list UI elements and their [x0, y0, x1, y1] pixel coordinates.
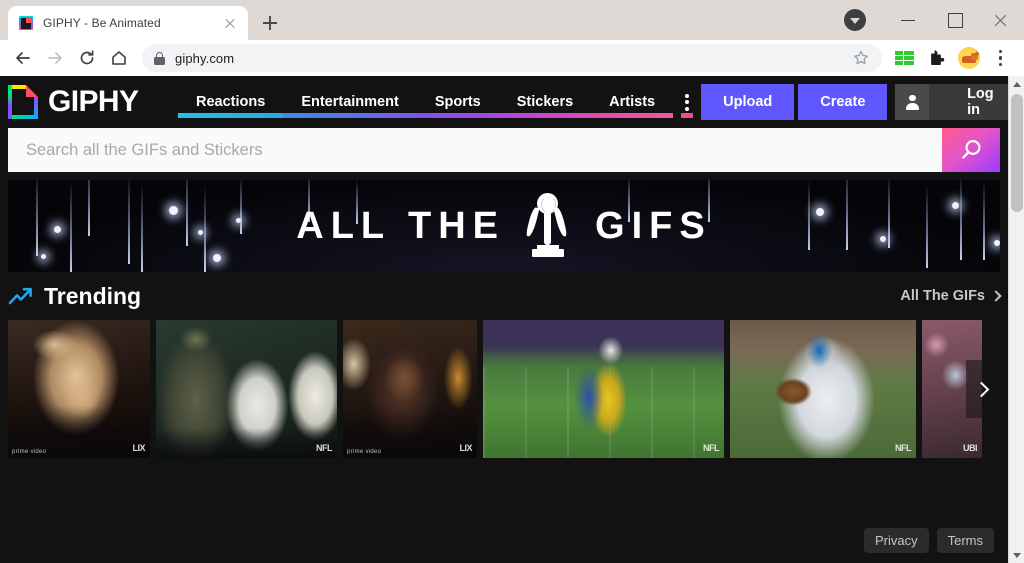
nav-underline: [178, 113, 283, 118]
more-menu-icon[interactable]: [673, 76, 701, 128]
grid-extension-icon[interactable]: [890, 43, 920, 73]
all-the-gifs-banner[interactable]: ALL THE GIFS: [8, 180, 1000, 272]
search-row: [0, 128, 1008, 180]
nav-underline: [283, 113, 417, 118]
trending-row: Trending All The GIFs: [0, 272, 1008, 320]
page-scrollbar[interactable]: [1008, 76, 1024, 563]
site-header: GIPHY Reactions Entertainment Sports: [0, 76, 1008, 128]
nav-underline: [417, 113, 499, 118]
search-box[interactable]: [8, 128, 942, 172]
lock-icon: [154, 52, 165, 65]
nav-item-artists[interactable]: Artists: [591, 76, 673, 128]
giphy-logo-text: GIPHY: [48, 85, 138, 119]
giphy-page: GIPHY Reactions Entertainment Sports: [0, 76, 1008, 563]
trending-heading: Trending: [8, 283, 141, 310]
privacy-link[interactable]: Privacy: [864, 528, 929, 553]
scroll-down-icon[interactable]: [1009, 547, 1024, 563]
gif-badge: LIX: [132, 443, 145, 453]
nav-label: Reactions: [196, 94, 265, 110]
banner-text-left: ALL THE: [296, 207, 505, 245]
search-icon: [958, 137, 984, 163]
login-group[interactable]: Log in: [895, 84, 1024, 120]
gif-card-woman-hands-on-face-reaction-gif[interactable]: prime video LIX: [8, 320, 150, 458]
search-button[interactable]: [942, 128, 1000, 172]
three-dot-menu-icon[interactable]: [986, 43, 1016, 73]
terms-link[interactable]: Terms: [937, 528, 994, 553]
trending-up-arrow-icon: [8, 286, 34, 306]
scroll-up-icon[interactable]: [1009, 76, 1024, 92]
nav-label: Sports: [435, 94, 481, 110]
gif-watermark: prime video: [12, 449, 46, 455]
nav-item-entertainment[interactable]: Entertainment: [283, 76, 417, 128]
nav-label: Artists: [609, 94, 655, 110]
window-controls: [844, 0, 1024, 40]
minimize-icon[interactable]: [886, 0, 932, 40]
scrollbar-thumb[interactable]: [1011, 94, 1023, 212]
reload-icon[interactable]: [72, 43, 102, 73]
page-viewport: GIPHY Reactions Entertainment Sports: [0, 76, 1024, 563]
gif-badge: LIX: [459, 443, 472, 453]
banner-text-right: GIFS: [595, 207, 712, 245]
search-input[interactable]: [26, 141, 924, 160]
nav-label: Entertainment: [301, 94, 399, 110]
nav-underline: [591, 113, 673, 118]
gif-card-woman-hand-over-mouth-shock-gif[interactable]: prime video LIX: [343, 320, 477, 458]
close-icon[interactable]: [222, 15, 238, 31]
gif-badge: NFL: [895, 443, 911, 453]
header-actions: Upload Create Log in: [701, 84, 1024, 120]
site-nav: Reactions Entertainment Sports Stickers: [178, 76, 701, 128]
nav-label: Stickers: [517, 94, 573, 110]
tab-strip: GIPHY - Be Animated: [0, 0, 1024, 40]
trending-title: Trending: [44, 283, 141, 310]
dog-avatar-extension-icon[interactable]: [954, 43, 984, 73]
new-tab-button[interactable]: [256, 9, 284, 37]
create-button[interactable]: Create: [798, 84, 887, 120]
trending-gif-carousel: prime video LIX NFL: [0, 320, 1008, 458]
all-the-gifs-label: All The GIFs: [900, 288, 985, 304]
profile-avatar-icon[interactable]: [844, 9, 866, 31]
person-icon: [895, 84, 929, 120]
nav-item-sports[interactable]: Sports: [417, 76, 499, 128]
browser-toolbar: giphy.com: [0, 40, 1024, 76]
home-icon[interactable]: [104, 43, 134, 73]
upload-button[interactable]: Upload: [701, 84, 794, 120]
tab-title: GIPHY - Be Animated: [43, 16, 213, 30]
giphy-logo[interactable]: GIPHY: [8, 85, 178, 119]
gif-badge: NFL: [703, 443, 719, 453]
browser-window: GIPHY - Be Animated giphy.com: [0, 0, 1024, 563]
page-footer: Privacy Terms: [864, 528, 994, 553]
browser-tab[interactable]: GIPHY - Be Animated: [8, 6, 248, 40]
back-arrow-icon[interactable]: [8, 43, 38, 73]
url-text: giphy.com: [175, 51, 234, 66]
nav-underline: [681, 113, 693, 118]
gif-card-packers-aaron-rodgers-sideline-gif[interactable]: NFL: [156, 320, 337, 458]
gif-card-packers-running-back-tackle-gif[interactable]: NFL: [483, 320, 724, 458]
address-bar[interactable]: giphy.com: [142, 44, 882, 72]
carousel-next-button[interactable]: [966, 360, 1000, 418]
nav-item-reactions[interactable]: Reactions: [178, 76, 283, 128]
maximize-icon[interactable]: [932, 0, 978, 40]
gif-watermark: prime video: [347, 449, 381, 455]
nav-item-stickers[interactable]: Stickers: [499, 76, 591, 128]
all-the-gifs-link[interactable]: All The GIFs: [900, 288, 1000, 304]
gif-card-lions-quarterback-football-toss-gif[interactable]: NFL: [730, 320, 916, 458]
giphy-favicon: [18, 15, 34, 31]
gif-badge: NFL: [316, 443, 332, 453]
chevron-right-icon: [973, 381, 989, 397]
giphy-logo-mark: [8, 85, 38, 119]
puzzle-extension-icon[interactable]: [922, 43, 952, 73]
emmy-statuette-icon: [527, 193, 573, 259]
nav-underline: [499, 113, 591, 118]
star-icon[interactable]: [848, 45, 874, 71]
banner-content: ALL THE GIFS: [8, 180, 1000, 272]
chevron-right-icon: [990, 290, 1001, 301]
forward-arrow-icon[interactable]: [40, 43, 70, 73]
window-close-icon[interactable]: [978, 0, 1024, 40]
gif-badge: UBI: [963, 443, 977, 453]
